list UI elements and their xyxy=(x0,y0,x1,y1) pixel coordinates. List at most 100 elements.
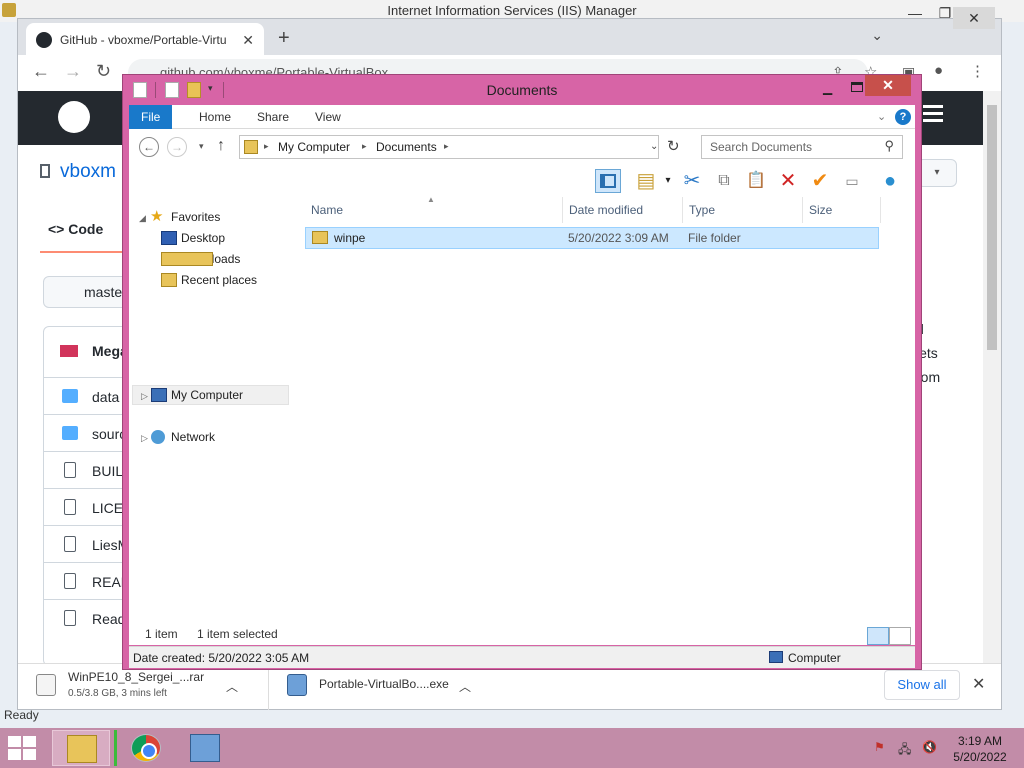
taskbar-chrome-button[interactable] xyxy=(114,730,172,766)
minimize-button[interactable]: ▁ xyxy=(823,81,832,95)
recent-locations-icon[interactable]: ▾ xyxy=(199,141,204,152)
rename-icon[interactable]: ▭ xyxy=(839,169,865,193)
help-icon[interactable]: ? xyxy=(895,109,911,125)
tab-close-icon[interactable]: ✕ xyxy=(242,32,254,49)
forward-button[interactable]: → xyxy=(167,137,187,157)
paste-icon[interactable]: 📋 xyxy=(743,169,769,193)
maximize-button[interactable] xyxy=(851,82,863,92)
network-tray-icon[interactable]: 🖧 xyxy=(898,740,912,756)
large-icons-view-button[interactable] xyxy=(889,627,911,645)
row-name[interactable]: winpe xyxy=(334,231,365,245)
action-center-flag-icon[interactable]: ⚑ xyxy=(874,740,888,754)
breadcrumb-documents[interactable]: Documents xyxy=(376,140,437,154)
nav-downloads[interactable]: Downloads xyxy=(161,249,240,269)
breadcrumb-separator[interactable]: ▸ xyxy=(362,141,367,152)
taskbar: ⚑ 🖧 🔇 3:19 AM 5/20/2022 xyxy=(0,728,1024,768)
tab-view[interactable]: View xyxy=(303,105,353,129)
new-tab-button[interactable]: + xyxy=(278,27,290,50)
reload-icon[interactable]: ↻ xyxy=(96,61,111,82)
file-icon xyxy=(64,462,76,478)
windows-logo-icon xyxy=(8,749,21,760)
quick-access-dropdown-icon[interactable]: ▾ xyxy=(208,83,213,94)
system-clock[interactable]: 3:19 AM 5/20/2022 xyxy=(948,733,1012,765)
up-button[interactable]: ↑ xyxy=(217,137,225,155)
profile-icon[interactable]: ● xyxy=(934,62,943,79)
chrome-minimize-button[interactable]: — xyxy=(900,5,930,21)
file-name[interactable]: data xyxy=(92,389,119,405)
tab-share[interactable]: Share xyxy=(245,105,301,129)
command-bar: ▤ ▾ ✂ ⧉ 📋 ✕ ✔ ▭ ● xyxy=(129,165,915,197)
nav-my-computer[interactable]: My Computer xyxy=(151,385,243,405)
properties-icon[interactable] xyxy=(165,82,179,98)
back-button[interactable]: ← xyxy=(139,137,159,157)
refresh-icon[interactable]: ↻ xyxy=(667,137,680,155)
tab-file[interactable]: File xyxy=(129,105,173,129)
scrollbar-thumb[interactable] xyxy=(987,105,997,350)
file-name[interactable]: Read xyxy=(92,611,125,627)
breadcrumb-separator[interactable]: ▸ xyxy=(444,141,449,152)
volume-muted-icon[interactable]: 🔇 xyxy=(922,740,937,754)
nav-network[interactable]: Network xyxy=(151,427,215,447)
options-dropdown-icon[interactable]: ▾ xyxy=(655,169,681,193)
hamburger-menu-icon[interactable] xyxy=(923,105,943,108)
properties-check-icon[interactable]: ✔ xyxy=(807,169,833,193)
explorer-app-icon[interactable] xyxy=(133,82,147,98)
browser-tab[interactable]: GitHub - vboxme/Portable-Virtu ✕ xyxy=(26,23,264,57)
repo-dropdown[interactable]: ▾ xyxy=(917,159,957,187)
branch-name: maste xyxy=(84,284,123,300)
expand-favorites-icon[interactable]: ◢ xyxy=(139,213,146,224)
forward-icon[interactable]: → xyxy=(64,61,82,82)
cut-icon[interactable]: ✂ xyxy=(679,169,705,193)
breadcrumb-separator[interactable]: ▸ xyxy=(264,141,269,152)
preview-pane-icon[interactable] xyxy=(595,169,621,193)
column-header-type[interactable]: Type xyxy=(683,197,803,223)
page-scrollbar[interactable] xyxy=(983,91,1001,663)
column-header-name[interactable]: Name xyxy=(305,197,563,223)
tab-code-underline xyxy=(40,251,130,253)
column-header-size[interactable]: Size xyxy=(803,197,881,223)
network-globe-icon[interactable]: ● xyxy=(877,169,903,193)
star-icon: ★ xyxy=(150,208,164,225)
chrome-menu-icon[interactable]: ⋮ xyxy=(970,62,985,80)
expand-ribbon-icon[interactable]: ⌄ xyxy=(877,110,886,123)
address-dropdown-icon[interactable]: ⌄ xyxy=(650,141,658,152)
download-item[interactable]: WinPE10_8_Sergei_...rar 0.5/3.8 GB, 3 mi… xyxy=(18,664,254,710)
file-explorer-icon xyxy=(67,735,97,763)
nav-favorites[interactable]: ★ Favorites xyxy=(150,207,220,227)
tab-code[interactable]: <> Code xyxy=(48,221,103,237)
tab-home[interactable]: Home xyxy=(187,105,243,129)
start-button[interactable] xyxy=(8,736,38,760)
details-view-button[interactable] xyxy=(867,627,889,645)
new-folder-icon[interactable] xyxy=(187,82,201,98)
download-item[interactable]: Portable-VirtualBo....exe ︿ xyxy=(268,664,504,710)
chevron-up-icon[interactable]: ︿ xyxy=(226,678,238,695)
close-button[interactable]: ✕ xyxy=(865,75,911,96)
show-all-button[interactable]: Show all xyxy=(884,670,960,700)
expand-network-icon[interactable]: ▷ xyxy=(141,433,148,444)
tab-search-chevron-icon[interactable]: ⌄ xyxy=(871,27,883,44)
breadcrumb-my-computer[interactable]: My Computer xyxy=(278,140,350,154)
close-icon[interactable]: ✕ xyxy=(972,674,985,694)
copy-icon[interactable]: ⧉ xyxy=(711,169,737,193)
delete-icon[interactable]: ✕ xyxy=(775,169,801,193)
chrome-close-button[interactable]: ✕ xyxy=(953,7,995,29)
table-row[interactable]: winpe 5/20/2022 3:09 AM File folder xyxy=(305,227,879,249)
column-header-date[interactable]: Date modified xyxy=(563,197,683,223)
nav-recent-places[interactable]: Recent places xyxy=(161,270,257,290)
taskbar-iis-button[interactable] xyxy=(176,730,234,766)
github-logo-icon[interactable] xyxy=(58,101,90,133)
tab-title: GitHub - vboxme/Portable-Virtu xyxy=(60,33,227,47)
search-input[interactable]: Search Documents ⚲ xyxy=(701,135,903,159)
repo-title[interactable]: vboxm xyxy=(40,161,116,183)
address-field[interactable]: ▸ My Computer ▸ Documents ▸ ⌄ xyxy=(239,135,659,159)
chevron-up-icon[interactable]: ︿ xyxy=(459,678,471,695)
expand-my-computer-icon[interactable]: ▷ xyxy=(141,391,148,402)
taskbar-explorer-button[interactable] xyxy=(52,730,110,766)
ribbon-tabs: File Home Share View ⌄ ? xyxy=(129,105,915,129)
repo-name[interactable]: vboxm xyxy=(60,161,116,182)
iis-app-icon xyxy=(2,3,16,17)
search-icon[interactable]: ⚲ xyxy=(884,138,894,154)
explorer-titlebar[interactable]: Documents ▾ ▁ ✕ xyxy=(123,75,921,105)
back-icon[interactable]: ← xyxy=(32,61,50,82)
nav-desktop[interactable]: Desktop xyxy=(161,228,225,248)
